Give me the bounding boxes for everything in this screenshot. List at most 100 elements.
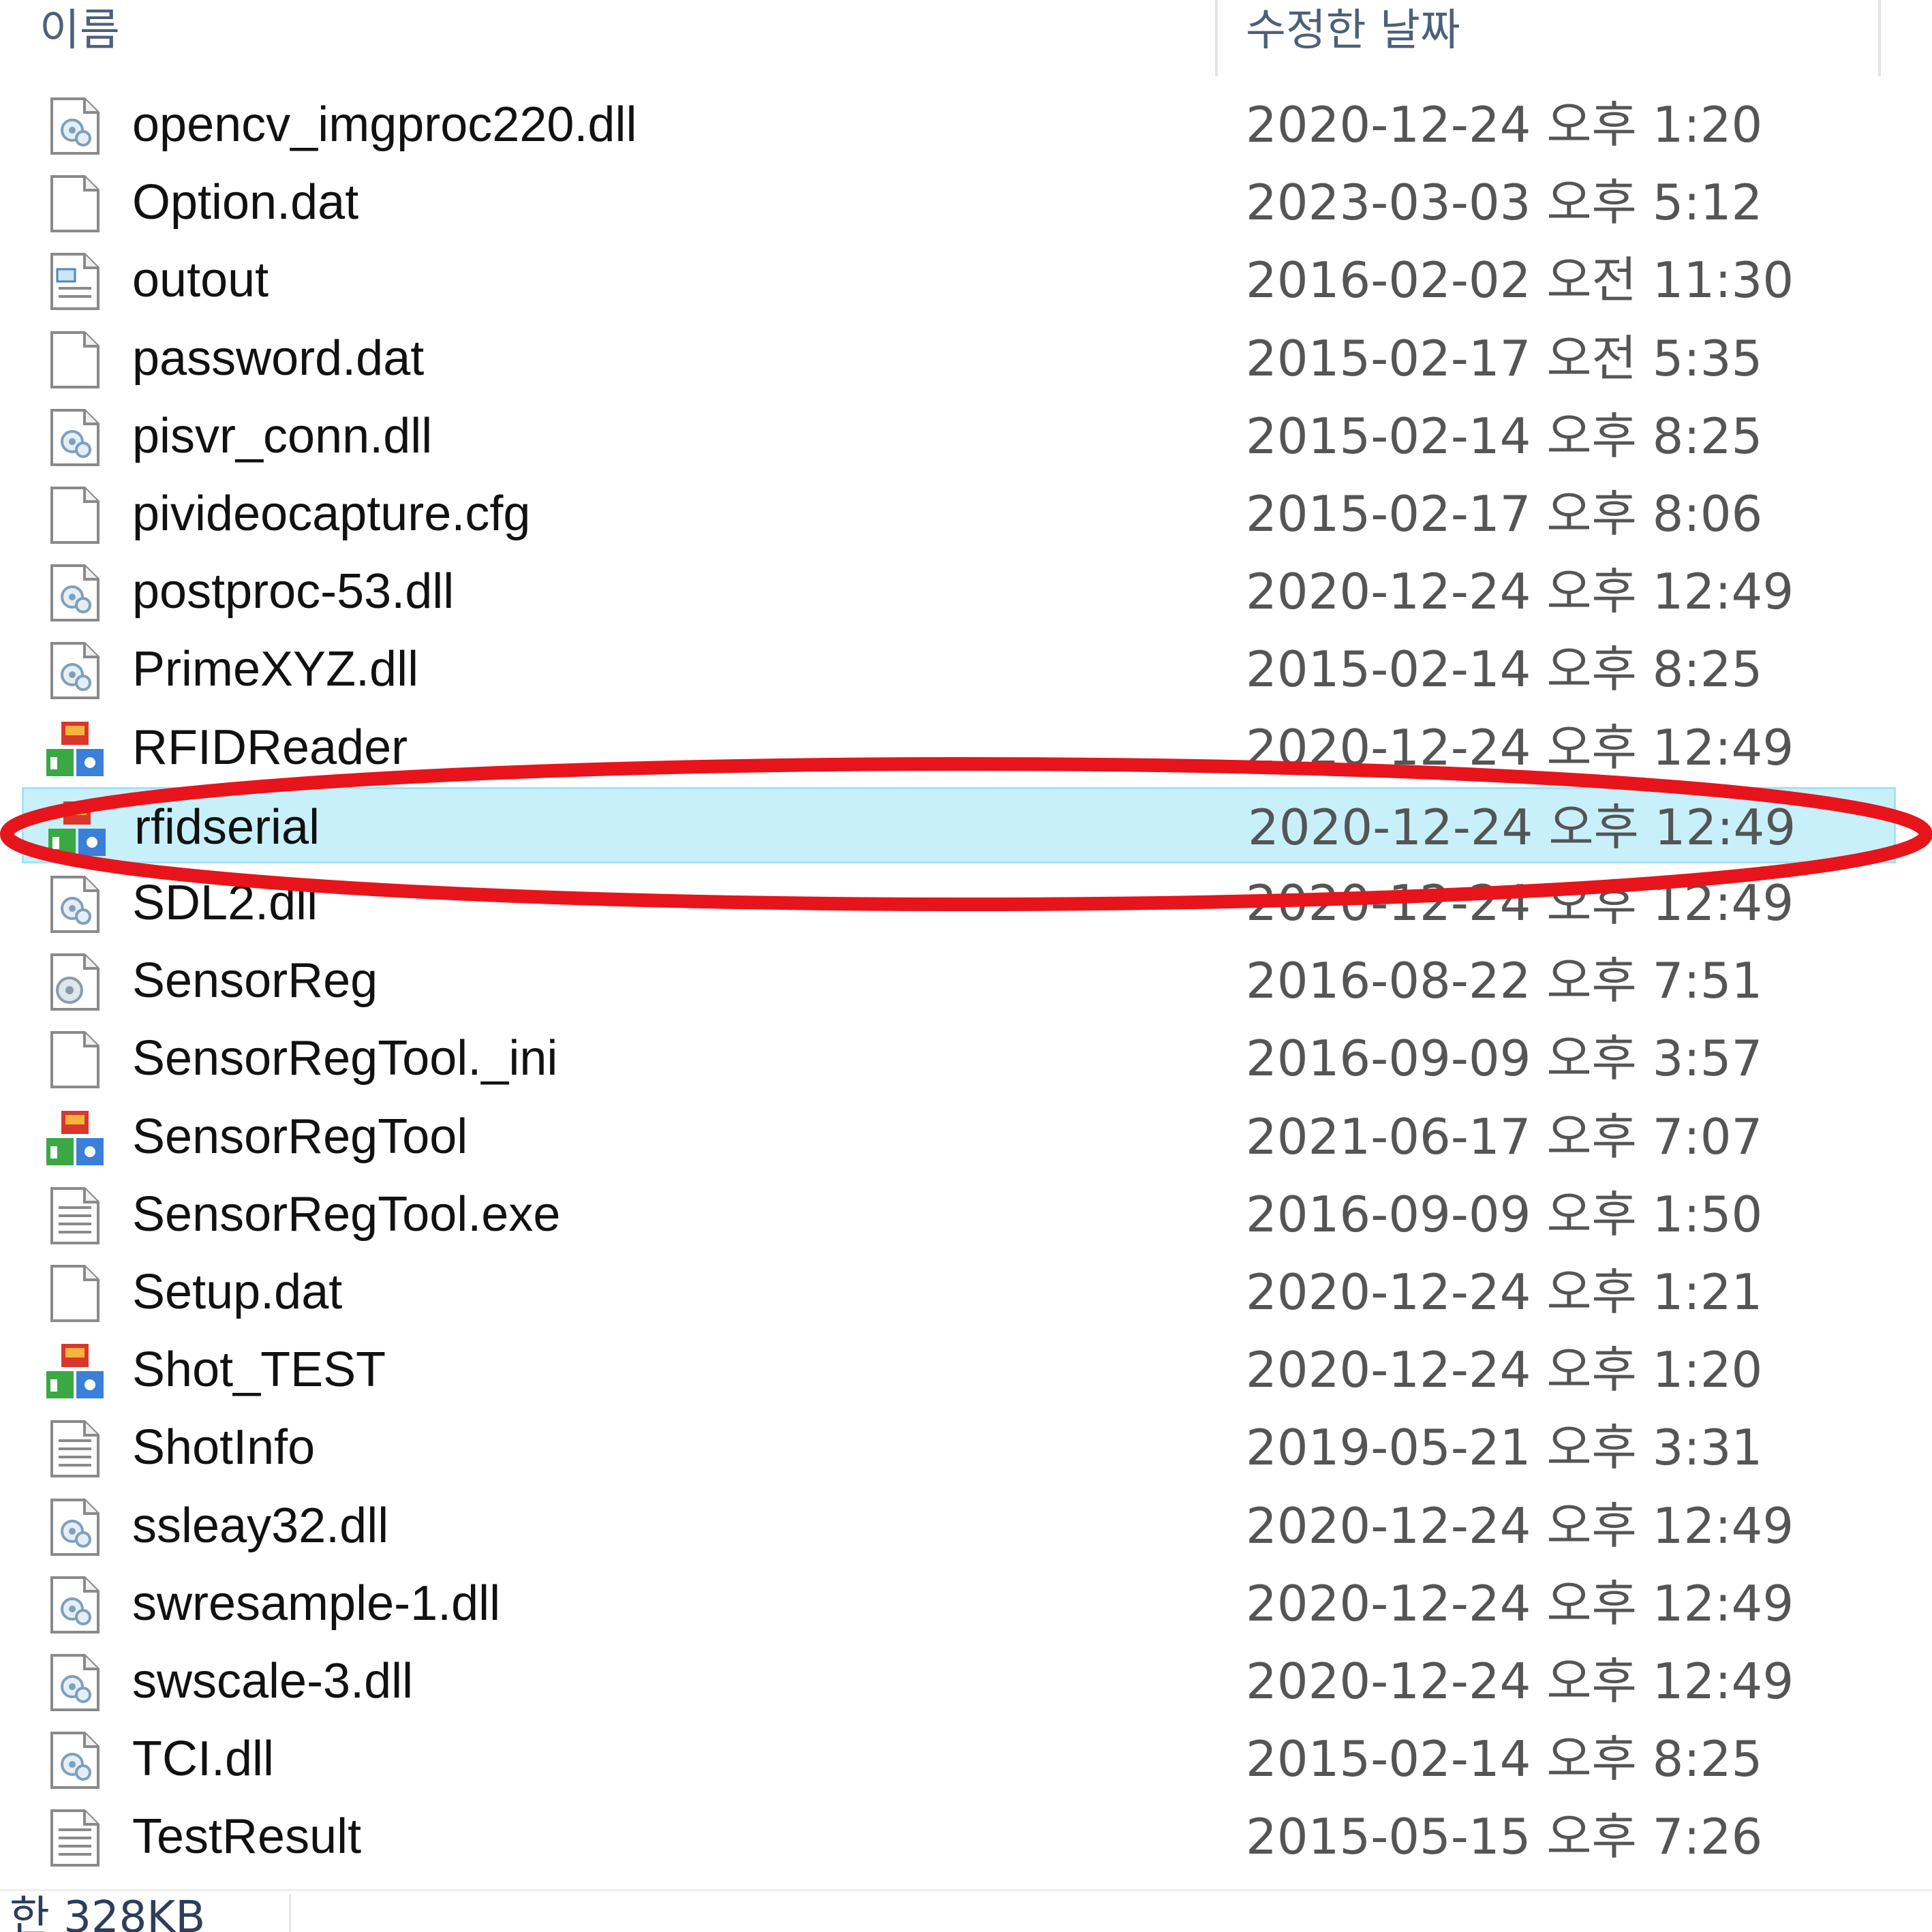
dll-file-icon xyxy=(45,96,105,156)
file-row[interactable]: ShotInfo 2019-05-21 오후 3:31 xyxy=(22,1409,1896,1486)
column-divider[interactable] xyxy=(1215,0,1218,76)
file-date-modified: 2020-12-24 오후 12:49 xyxy=(1246,1574,1794,1632)
file-date-modified: 2020-12-24 오후 1:21 xyxy=(1246,1263,1763,1321)
file-name[interactable]: ssleay32.dll xyxy=(132,1488,388,1564)
file-date-modified: 2015-02-17 오후 8:06 xyxy=(1246,485,1763,542)
application-icon xyxy=(47,799,107,859)
file-date-modified: 2015-05-15 오후 7:26 xyxy=(1246,1808,1763,1866)
file-row[interactable]: postproc-53.dll 2020-12-24 오후 12:49 xyxy=(22,553,1896,630)
file-name[interactable]: SensorRegTool xyxy=(132,1099,467,1175)
application-icon xyxy=(45,1341,105,1401)
file-name[interactable]: TCI.dll xyxy=(132,1721,274,1797)
blank-file-icon xyxy=(45,1263,105,1323)
file-date-modified: 2020-12-24 오후 12:49 xyxy=(1246,874,1794,932)
file-row[interactable]: RFIDReader 2020-12-24 오후 12:49 xyxy=(22,709,1896,786)
dll-file-icon xyxy=(45,1653,105,1713)
file-date-modified: 2020-12-24 오후 12:49 xyxy=(1248,798,1796,856)
file-row[interactable]: Shot_TEST 2020-12-24 오후 1:20 xyxy=(22,1332,1896,1408)
file-row[interactable]: outout 2016-02-02 오전 11:30 xyxy=(22,242,1896,318)
file-name[interactable]: ShotInfo xyxy=(132,1409,315,1486)
dll-file-icon xyxy=(45,1497,105,1557)
file-date-modified: 2016-02-02 오전 11:30 xyxy=(1246,251,1794,309)
column-header-name[interactable]: 이름 xyxy=(40,0,120,61)
file-row[interactable]: SDL2.dll 2020-12-24 오후 12:49 xyxy=(22,865,1896,941)
file-name[interactable]: pisvr_conn.dll xyxy=(132,398,432,474)
column-divider[interactable] xyxy=(1878,0,1881,76)
file-date-modified: 2020-12-24 오후 1:20 xyxy=(1246,1341,1763,1399)
file-row[interactable]: PrimeXYZ.dll 2015-02-14 오후 8:25 xyxy=(22,631,1896,707)
file-date-modified: 2015-02-14 오후 8:25 xyxy=(1246,641,1763,699)
file-row[interactable]: swresample-1.dll 2020-12-24 오후 12:49 xyxy=(22,1565,1896,1642)
file-row[interactable]: Setup.dat 2020-12-24 오후 1:21 xyxy=(22,1254,1896,1330)
dll-file-icon xyxy=(45,1730,105,1790)
text-file-icon xyxy=(45,1419,105,1479)
registry-file-icon xyxy=(45,251,105,311)
file-name[interactable]: outout xyxy=(132,242,269,318)
blank-file-icon xyxy=(45,485,105,545)
file-row[interactable]: SensorRegTool.exe 2016-09-09 오후 1:50 xyxy=(22,1176,1896,1253)
file-date-modified: 2015-02-14 오후 8:25 xyxy=(1246,407,1763,465)
file-name[interactable]: TestResult xyxy=(132,1798,361,1875)
dll-file-icon xyxy=(45,641,105,701)
file-name[interactable]: SensorRegTool.exe xyxy=(132,1176,560,1253)
file-row[interactable]: TCI.dll 2015-02-14 오후 8:25 xyxy=(22,1721,1896,1797)
file-date-modified: 2015-02-14 오후 8:25 xyxy=(1246,1730,1763,1788)
file-row[interactable]: SensorReg 2016-08-22 오후 7:51 xyxy=(22,942,1896,1019)
file-row[interactable]: TestResult 2015-05-15 오후 7:26 xyxy=(22,1798,1896,1875)
blank-file-icon xyxy=(45,330,105,390)
blank-file-icon xyxy=(45,1030,105,1090)
text-file-icon xyxy=(45,1808,105,1868)
file-row[interactable]: SensorRegTool 2021-06-17 오후 7:07 xyxy=(22,1099,1896,1175)
status-size-text: 한 328KB xyxy=(10,1892,206,1932)
dll-file-icon xyxy=(45,408,105,467)
file-row[interactable]: swscale-3.dll 2020-12-24 오후 12:49 xyxy=(22,1643,1896,1719)
file-row-selected[interactable]: rfidserial 2020-12-24 오후 12:49 xyxy=(22,786,1896,865)
text-file-icon xyxy=(45,1186,105,1246)
file-name[interactable]: PrimeXYZ.dll xyxy=(132,631,418,707)
file-date-modified: 2021-06-17 오후 7:07 xyxy=(1246,1107,1763,1165)
status-divider xyxy=(289,1894,291,1932)
file-name[interactable]: SensorRegTool._ini xyxy=(132,1020,557,1097)
file-name[interactable]: postproc-53.dll xyxy=(132,553,454,630)
file-date-modified: 2016-09-09 오후 3:57 xyxy=(1246,1030,1763,1088)
file-explorer-window: 이름 수정한 날짜 opencv_imgproc220.dll 2020-12-2… xyxy=(0,0,1932,1932)
file-name[interactable]: SDL2.dll xyxy=(132,865,318,941)
file-row[interactable]: opencv_imgproc220.dll 2020-12-24 오후 1:20 xyxy=(22,87,1896,163)
file-name[interactable]: swresample-1.dll xyxy=(132,1565,500,1642)
file-row[interactable]: Option.dat 2023-03-03 오후 5:12 xyxy=(22,164,1896,241)
file-date-modified: 2023-03-03 오후 5:12 xyxy=(1246,174,1763,232)
file-name[interactable]: opencv_imgproc220.dll xyxy=(132,87,637,163)
dll-file-icon xyxy=(45,563,105,623)
file-row[interactable]: SensorRegTool._ini 2016-09-09 오후 3:57 xyxy=(22,1020,1896,1097)
file-date-modified: 2016-09-09 오후 1:50 xyxy=(1246,1185,1763,1243)
status-bar: 한 328KB xyxy=(0,1889,1932,1932)
file-date-modified: 2020-12-24 오후 12:49 xyxy=(1246,718,1794,776)
file-name[interactable]: Shot_TEST xyxy=(132,1332,386,1408)
file-name[interactable]: rfidserial xyxy=(134,789,320,865)
file-row[interactable]: pivideocapture.cfg 2015-02-17 오후 8:06 xyxy=(22,476,1896,552)
file-name[interactable]: password.dat xyxy=(132,320,424,397)
file-name[interactable]: swscale-3.dll xyxy=(132,1643,413,1719)
dll-file-icon xyxy=(45,874,105,934)
blank-file-icon xyxy=(45,174,105,234)
file-name[interactable]: RFIDReader xyxy=(132,709,408,786)
file-date-modified: 2015-02-17 오전 5:35 xyxy=(1246,329,1763,387)
file-name[interactable]: pivideocapture.cfg xyxy=(132,476,530,552)
file-date-modified: 2020-12-24 오후 12:49 xyxy=(1246,1653,1794,1710)
file-date-modified: 2020-12-24 오후 1:20 xyxy=(1246,96,1763,153)
dll-file-icon xyxy=(45,1575,105,1635)
application-icon xyxy=(45,719,105,779)
config-file-icon xyxy=(45,952,105,1012)
file-row[interactable]: ssleay32.dll 2020-12-24 오후 12:49 xyxy=(22,1488,1896,1564)
file-name[interactable]: Option.dat xyxy=(132,164,358,241)
file-name[interactable]: Setup.dat xyxy=(132,1254,342,1330)
column-header-date-modified[interactable]: 수정한 날짜 xyxy=(1246,0,1460,61)
column-header-bar: 이름 수정한 날짜 xyxy=(0,0,1932,76)
file-row[interactable]: password.dat 2015-02-17 오전 5:35 xyxy=(22,320,1896,397)
file-row[interactable]: pisvr_conn.dll 2015-02-14 오후 8:25 xyxy=(22,398,1896,474)
file-name[interactable]: SensorReg xyxy=(132,942,378,1019)
file-date-modified: 2019-05-21 오후 3:31 xyxy=(1246,1419,1763,1477)
file-date-modified: 2020-12-24 오후 12:49 xyxy=(1246,1497,1794,1554)
application-icon xyxy=(45,1108,105,1168)
file-date-modified: 2020-12-24 오후 12:49 xyxy=(1246,563,1794,621)
